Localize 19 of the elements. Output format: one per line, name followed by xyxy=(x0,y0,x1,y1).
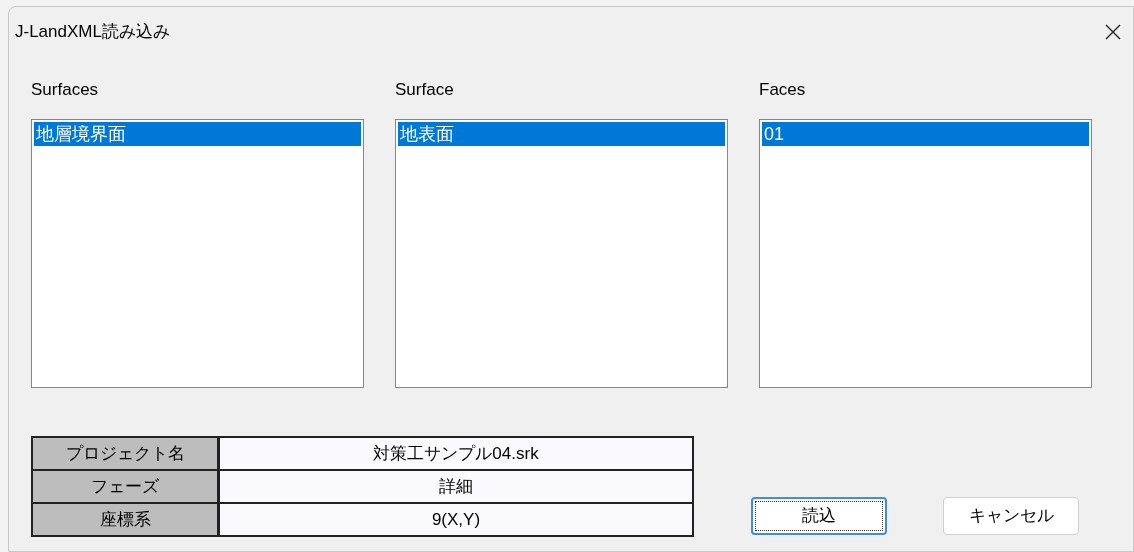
property-name: 座標系 xyxy=(33,504,217,535)
list-item[interactable]: 地層境界面 xyxy=(34,122,361,146)
property-name: フェーズ xyxy=(33,471,217,502)
list-label: Faces xyxy=(759,79,807,101)
property-value: 詳細 xyxy=(220,471,692,502)
property-name: プロジェクト名 xyxy=(33,438,217,469)
list-box[interactable]: 01 xyxy=(759,119,1092,388)
list-label: Surface xyxy=(395,79,455,101)
dialog-button[interactable]: キャンセル xyxy=(943,497,1079,535)
list-label: Surfaces xyxy=(31,79,100,101)
list-item[interactable]: 地表面 xyxy=(398,122,725,146)
list-item[interactable]: 01 xyxy=(762,122,1089,146)
window-title: J-LandXML読み込み xyxy=(15,21,170,44)
property-value: 9(X,Y) xyxy=(220,504,692,535)
list-box[interactable]: 地表面 xyxy=(395,119,728,388)
dialog-button[interactable]: 読込 xyxy=(751,497,887,535)
property-value: 対策工サンプル04.srk xyxy=(220,438,692,469)
close-icon[interactable] xyxy=(1105,24,1121,40)
list-box[interactable]: 地層境界面 xyxy=(31,119,364,388)
